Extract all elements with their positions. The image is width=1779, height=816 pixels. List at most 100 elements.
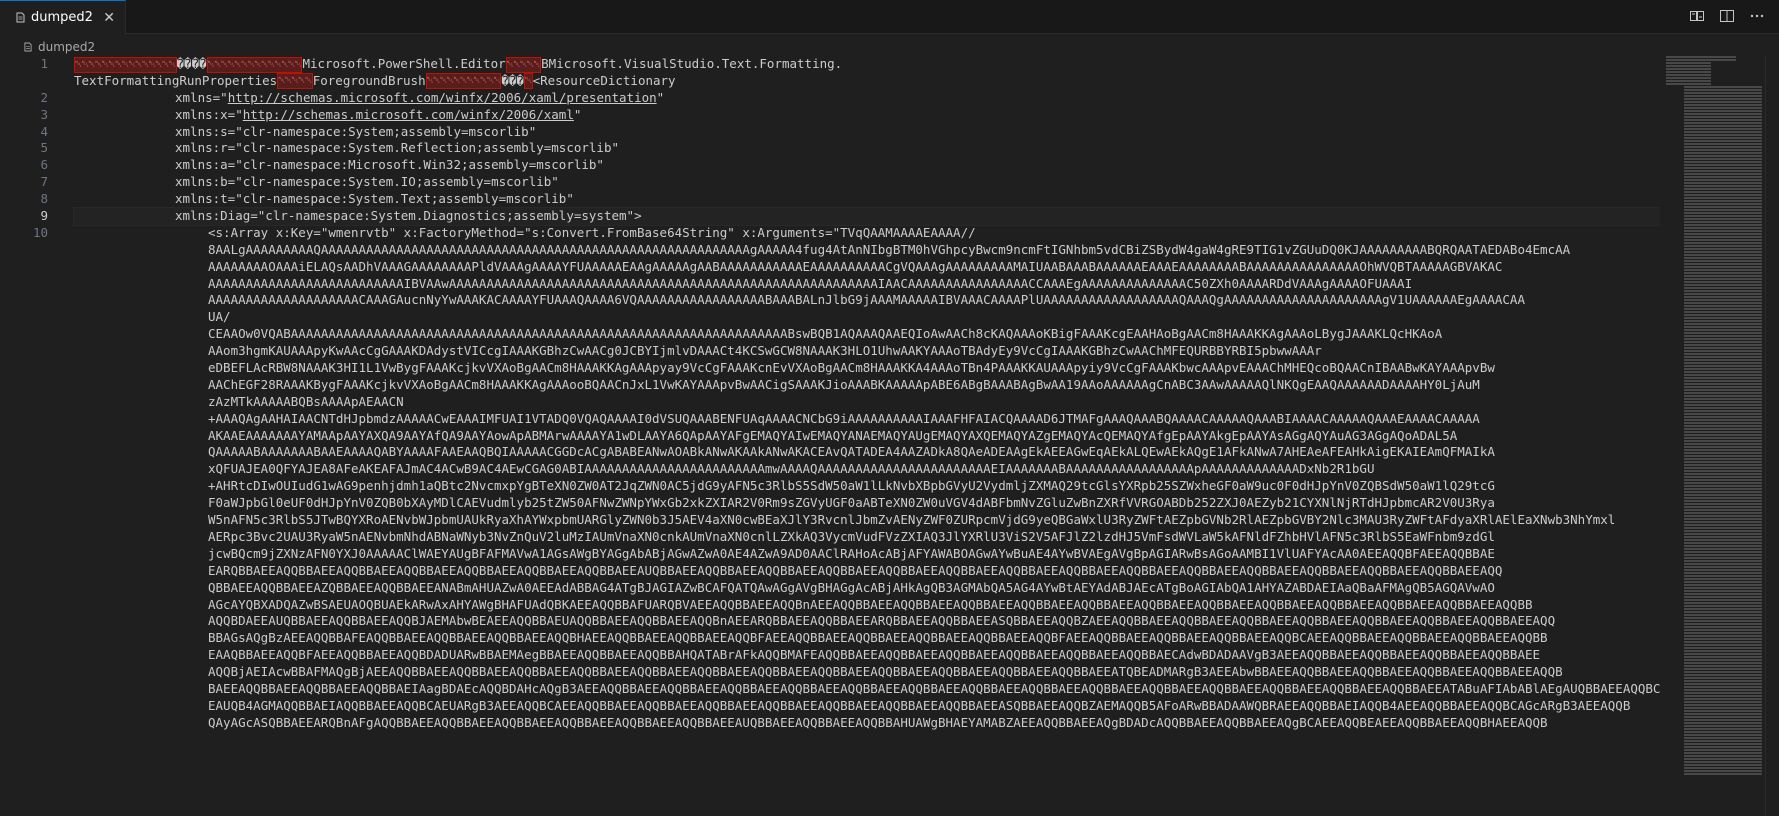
split-editor-icon[interactable]	[1719, 8, 1735, 24]
minimap-line	[1684, 488, 1762, 490]
minimap-line	[1684, 572, 1762, 574]
line-number: 1	[40, 56, 48, 71]
vertical-scrollbar[interactable]	[1765, 56, 1779, 816]
minimap-line	[1684, 605, 1762, 607]
code-editor[interactable]: 1 2 3 4 5 6 7 8 9 10 ␀␀␀␀␀␀␀␀␀␀␀␀␀␀␀����…	[0, 56, 1660, 816]
minimap-line	[1684, 629, 1762, 631]
minimap-line	[1684, 575, 1762, 577]
code-line-6: xmlns:a="clr-namespace:Microsoft.Win32;a…	[175, 157, 604, 173]
minimap-line	[1684, 89, 1762, 91]
minimap-line	[1684, 557, 1762, 559]
minimap-line	[1684, 401, 1762, 403]
minimap-line	[1684, 563, 1762, 565]
minimap-line	[1684, 200, 1762, 202]
code-line-10: <s:Array x:Key="wmenrvtb" x:FactoryMetho…	[74, 225, 1660, 732]
minimap-line	[1684, 398, 1762, 400]
minimap-line	[1684, 632, 1762, 634]
minimap-line	[1684, 749, 1762, 751]
open-changes-icon[interactable]	[1689, 8, 1705, 24]
minimap-line	[1684, 146, 1762, 148]
minimap-line	[1684, 755, 1762, 757]
minimap-line	[1684, 266, 1762, 268]
minimap-line	[1684, 578, 1762, 580]
minimap-line	[1684, 302, 1762, 304]
minimap-line	[1684, 380, 1762, 382]
minimap-line	[1684, 239, 1762, 241]
minimap-line	[1684, 428, 1762, 430]
minimap-line	[1684, 602, 1762, 604]
minimap-line	[1684, 521, 1762, 523]
more-actions-icon[interactable]	[1749, 8, 1765, 24]
minimap-line	[1684, 725, 1762, 727]
control-char: ␀␀␀␀␀	[505, 56, 542, 73]
minimap-line	[1684, 623, 1762, 625]
code-line-1-wrap: TextFormattingRunProperties␀␀␀␀␀Foregrou…	[74, 73, 1660, 90]
minimap-line	[1684, 542, 1762, 544]
code-text: TextFormattingRunProperties	[74, 72, 278, 88]
file-icon	[16, 12, 25, 23]
minimap-line	[1684, 287, 1762, 289]
code-text: BMicrosoft.VisualStudio.Text.Formatting.	[541, 56, 843, 71]
minimap-line	[1684, 539, 1762, 541]
minimap-line	[1684, 668, 1762, 670]
minimap-line	[1684, 407, 1762, 409]
minimap-line	[1684, 392, 1762, 394]
close-icon[interactable]: ✕	[103, 10, 115, 26]
minimap-line	[1684, 512, 1762, 514]
minimap-line	[1684, 170, 1762, 172]
minimap-line	[1684, 323, 1762, 325]
minimap-line	[1684, 737, 1762, 739]
minimap-line	[1684, 269, 1762, 271]
minimap-line	[1684, 467, 1762, 469]
code-line-10-wrap: EAUQB4AGMAQQBBAEIAQQBBAEEAQQBCAEUARgB3AE…	[208, 697, 1631, 713]
minimap-line	[1666, 74, 1711, 76]
code-line-10-wrap: UA/	[208, 309, 231, 325]
minimap-line	[1684, 449, 1762, 451]
minimap-line	[1684, 455, 1762, 457]
breadcrumb[interactable]: dumped2	[24, 37, 95, 57]
code-line-10-wrap: AAAAAAAAOAAAiELAQsAADhVAAAGAAAAAAAAPldVA…	[208, 258, 1503, 274]
minimap-line	[1684, 152, 1762, 154]
link-url[interactable]: http://schemas.microsoft.com/winfx/2006/…	[228, 90, 657, 105]
line-number	[0, 73, 62, 90]
minimap-line	[1684, 296, 1762, 298]
minimap-line	[1684, 224, 1762, 226]
minimap-line	[1684, 275, 1762, 277]
code-line-9-current: xmlns:Diag="clr-namespace:System.Diagnos…	[73, 207, 1660, 226]
minimap-line	[1684, 503, 1762, 505]
minimap-line	[1684, 263, 1762, 265]
minimap-line	[1684, 113, 1762, 115]
line-number: 6	[40, 157, 48, 173]
minimap-line	[1684, 440, 1762, 442]
minimap-line	[1684, 545, 1762, 547]
minimap-line	[1684, 680, 1762, 682]
minimap-line	[1684, 689, 1762, 691]
minimap-line	[1684, 614, 1762, 616]
minimap-line	[1684, 533, 1762, 535]
minimap-line	[1684, 149, 1762, 151]
minimap-line	[1684, 695, 1762, 697]
minimap-line	[1684, 743, 1762, 745]
line-number: 5	[40, 140, 48, 156]
minimap-line	[1684, 422, 1762, 424]
minimap-line	[1684, 497, 1762, 499]
line-number-gutter: 1 2 3 4 5 6 7 8 9 10	[0, 56, 62, 242]
minimap-line	[1684, 671, 1762, 673]
minimap-line	[1684, 386, 1762, 388]
code-line-10-wrap: eDBEFLAcRBW8NAAAK3HI1L1VwBygFAAAKcjkvVXA…	[208, 360, 1495, 376]
code-line-10-wrap: AKAAEAAAAAAAYAMAApAAYAXQA9AAYAfQA9AAYAow…	[208, 427, 1458, 443]
minimap-line	[1684, 716, 1762, 718]
minimap-line	[1684, 230, 1762, 232]
minimap-line	[1684, 104, 1762, 106]
minimap-line	[1684, 260, 1762, 262]
editor-window: dumped2 ✕ dumped2 1 2 3 4 5 6 7 8 9 10 ␀…	[0, 0, 1779, 816]
code-line-10-wrap: +AAAQAgAAHAIAACNTdHJpbmdzAAAAACwEAAAIMFU…	[208, 410, 1480, 426]
minimap-line	[1684, 290, 1762, 292]
tab-dumped2[interactable]: dumped2 ✕	[0, 0, 126, 34]
link-url[interactable]: http://schemas.microsoft.com/winfx/2006/…	[243, 107, 574, 122]
minimap[interactable]	[1666, 56, 1765, 816]
minimap-line	[1684, 167, 1762, 169]
minimap-line	[1684, 215, 1762, 217]
code-area[interactable]: ␀␀␀␀␀␀␀␀␀␀␀␀␀␀␀����␀␀␀␀␀␀␀␀␀␀␀␀␀␀Microso…	[73, 56, 1660, 732]
minimap-line	[1684, 116, 1762, 118]
